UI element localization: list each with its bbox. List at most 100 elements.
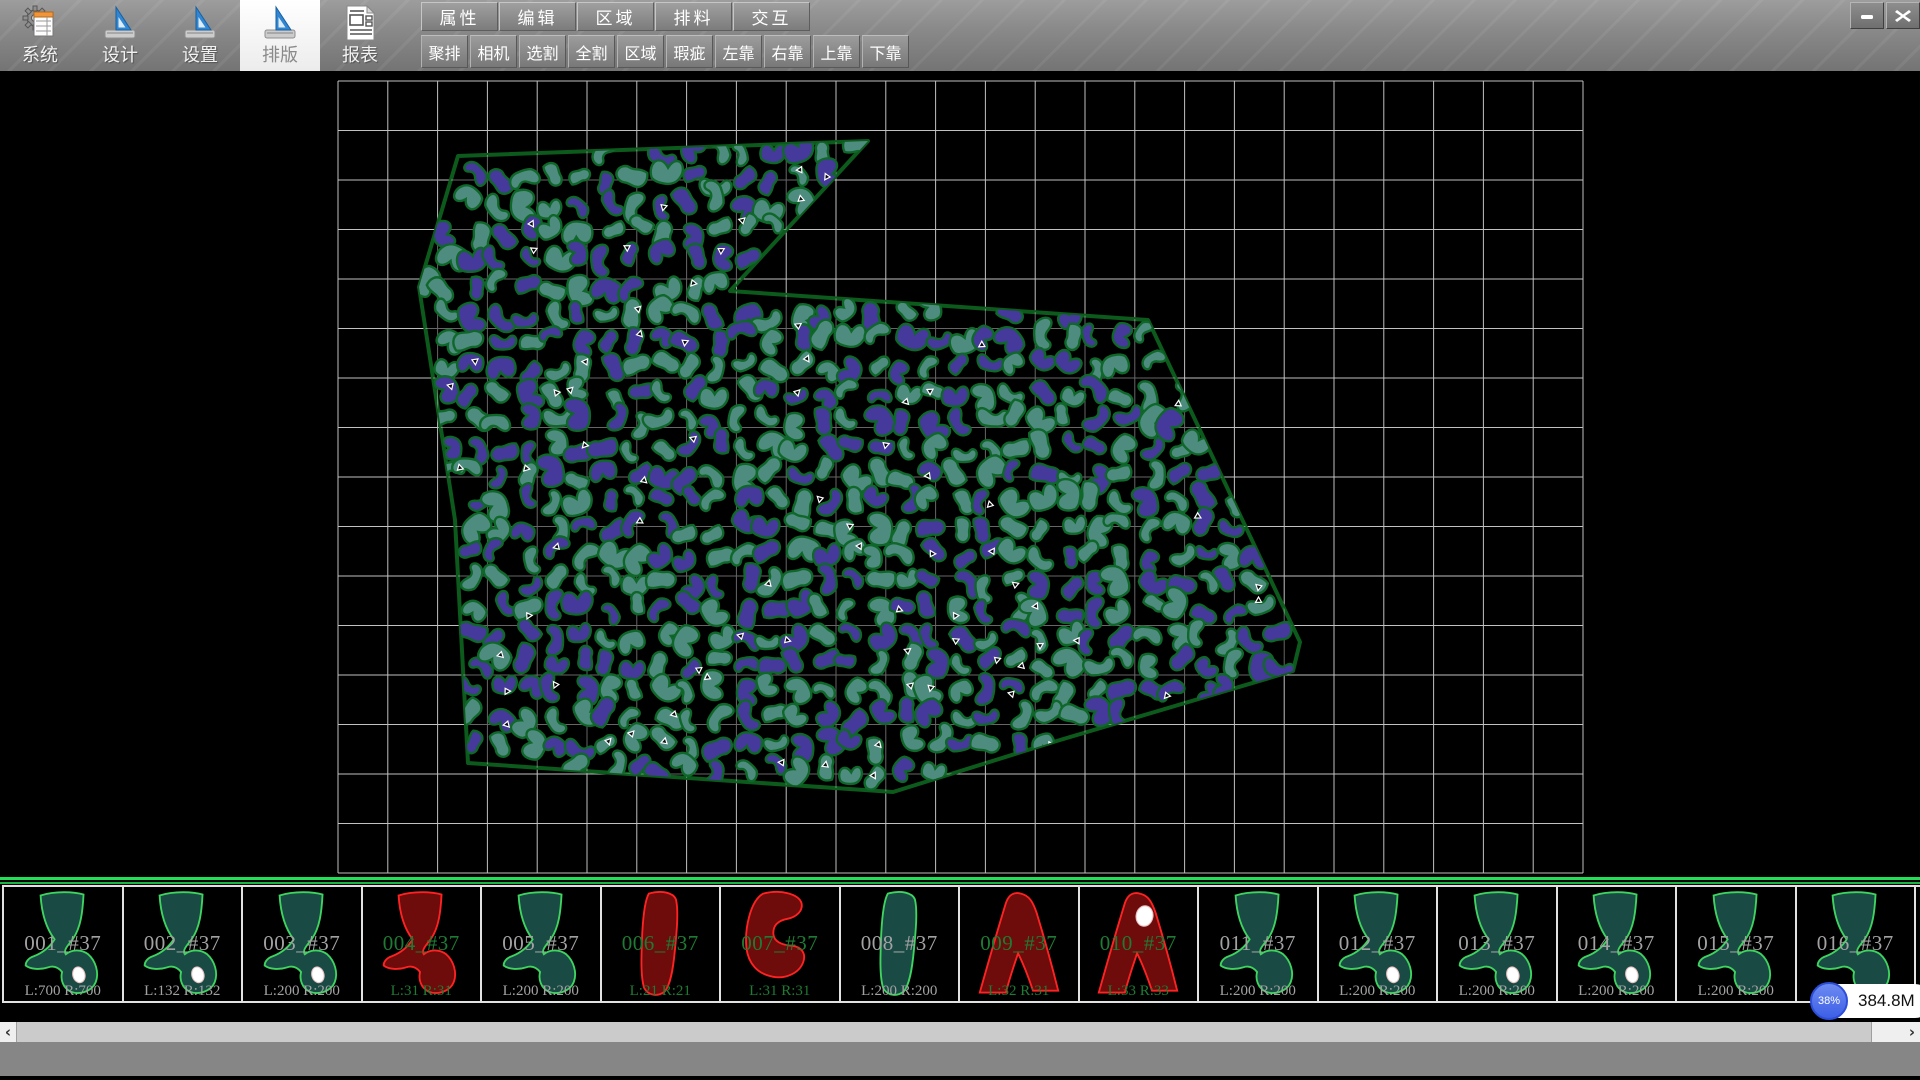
piece-label: 002_#37: [124, 931, 242, 956]
progress-percent: 38%: [1818, 995, 1840, 1007]
piece-lr-count: L:200 R:200: [482, 983, 600, 1000]
piece-lr-count: L:32 R:31: [960, 983, 1078, 1000]
action-button-6[interactable]: 瑕疵: [666, 35, 713, 68]
piece-lr-count: L:200 R:200: [243, 983, 361, 1000]
window-bottom-band: [0, 1042, 1920, 1076]
action-button-2[interactable]: 相机: [470, 35, 517, 68]
piece-lr-count: L:200 R:200: [1558, 983, 1676, 1000]
piece-label: 015_#37: [1677, 931, 1795, 956]
minimize-icon: [1859, 8, 1875, 24]
status-badge: 38% 384.8M: [1812, 984, 1920, 1018]
piece-label: 013_#37: [1438, 931, 1556, 956]
piece-lr-count: L:132 R:132: [124, 983, 242, 1000]
piece-label: 011_#37: [1199, 931, 1317, 956]
system-icon: [20, 3, 60, 43]
mode-button-label: 设置: [182, 43, 218, 67]
close-icon: [1894, 8, 1912, 24]
mode-button-label: 设计: [102, 43, 138, 67]
close-button[interactable]: [1886, 2, 1920, 29]
action-button-7[interactable]: 左靠: [715, 35, 762, 68]
layout-icon: [260, 3, 300, 43]
mode-button-label: 报表: [342, 43, 378, 67]
tray-item-011[interactable]: 011_#37 L:200 R:200: [1199, 887, 1319, 1001]
piece-label: 004_#37: [363, 931, 481, 956]
tray-item-015[interactable]: 015_#37 L:200 R:200: [1677, 887, 1797, 1001]
piece-lr-count: L:200 R:200: [1438, 983, 1556, 1000]
progress-percent-badge: 38%: [1810, 982, 1848, 1020]
piece-label: 014_#37: [1558, 931, 1676, 956]
piece-lr-count: L:33 R:33: [1080, 983, 1198, 1000]
piece-lr-count: L:31 R:31: [363, 983, 481, 1000]
tray-item-003[interactable]: 003_#37 L:200 R:200: [243, 887, 363, 1001]
tray-item-005[interactable]: 005_#37 L:200 R:200: [482, 887, 602, 1001]
tray-item-013[interactable]: 013_#37 L:200 R:200: [1438, 887, 1558, 1001]
window-bottom-edge: [0, 1076, 1920, 1080]
menu-tab-4[interactable]: 排料: [655, 2, 732, 31]
piece-lr-count: L:700 R:700: [4, 983, 122, 1000]
tray-item-004[interactable]: 004_#37 L:31 R:31: [363, 887, 483, 1001]
tray-cells: 001_#37 L:700 R:700 002_#37 L:132 R:132 …: [2, 885, 1920, 1003]
tray-item-006[interactable]: 006_#37 L:21 R:21: [602, 887, 722, 1001]
action-button-5[interactable]: 区域: [617, 35, 664, 68]
tray-item-012[interactable]: 012_#37 L:200 R:200: [1319, 887, 1439, 1001]
mode-button-3[interactable]: 设置: [160, 0, 240, 71]
piece-lr-count: L:31 R:31: [721, 983, 839, 1000]
mode-button-label: 系统: [22, 43, 58, 67]
window-controls: [1850, 2, 1920, 29]
mode-button-4[interactable]: 排版: [240, 0, 320, 71]
menu-tab-row: 属性编辑区域排料交互: [421, 2, 810, 31]
tray-item-010[interactable]: 010_#37 L:33 R:33: [1080, 887, 1200, 1001]
mode-button-2[interactable]: 设计: [80, 0, 160, 71]
action-button-row: 聚排相机选割全割区域瑕疵左靠右靠上靠下靠: [421, 35, 909, 68]
scroll-right-arrow[interactable]: ›: [1904, 1022, 1920, 1042]
piece-label: 006_#37: [602, 931, 720, 956]
action-button-9[interactable]: 上靠: [813, 35, 860, 68]
mode-button-5[interactable]: 报表: [320, 0, 400, 71]
action-button-8[interactable]: 右靠: [764, 35, 811, 68]
tray-item-007[interactable]: 007_#37 L:31 R:31: [721, 887, 841, 1001]
piece-label: 005_#37: [482, 931, 600, 956]
menu-tab-2[interactable]: 编辑: [499, 2, 576, 31]
report-icon: [340, 3, 380, 43]
piece-label: 008_#37: [841, 931, 959, 956]
menu-tab-3[interactable]: 区域: [577, 2, 654, 31]
pieces-tray: 001_#37 L:700 R:700 002_#37 L:132 R:132 …: [0, 876, 1920, 1012]
piece-lr-count: L:200 R:200: [1319, 983, 1437, 1000]
main-mode-buttons: 系统 设计 设置 排版 报表: [0, 0, 400, 71]
tray-item-001[interactable]: 001_#37 L:700 R:700: [2, 887, 124, 1001]
minimize-button[interactable]: [1850, 2, 1884, 29]
piece-lr-count: L:200 R:200: [1199, 983, 1317, 1000]
piece-lr-count: L:200 R:200: [841, 983, 959, 1000]
application-window: 系统 设计 设置 排版 报表 属性编辑区域排料交互: [0, 0, 1920, 1080]
piece-lr-count: L:200 R:200: [1677, 983, 1795, 1000]
piece-label: 003_#37: [243, 931, 361, 956]
scrollbar-thumb[interactable]: [16, 1022, 1872, 1042]
mode-button-1[interactable]: 系统: [0, 0, 80, 71]
piece-label: 001_#37: [4, 931, 122, 956]
tray-top-border2: [0, 882, 1920, 884]
menu-tab-5[interactable]: 交互: [733, 2, 810, 31]
tray-top-border: [0, 877, 1920, 880]
action-button-3[interactable]: 选割: [519, 35, 566, 68]
tray-item-008[interactable]: 008_#37 L:200 R:200: [841, 887, 961, 1001]
memory-indicator: 384.8M: [1858, 984, 1915, 1018]
tray-item-009[interactable]: 009_#37 L:32 R:31: [960, 887, 1080, 1001]
piece-lr-count: L:21 R:21: [602, 983, 720, 1000]
action-button-1[interactable]: 聚排: [421, 35, 468, 68]
horizontal-scrollbar[interactable]: ‹ ›: [0, 1022, 1920, 1042]
tray-item-014[interactable]: 014_#37 L:200 R:200: [1558, 887, 1678, 1001]
piece-label: 012_#37: [1319, 931, 1437, 956]
mode-button-label: 排版: [262, 43, 298, 67]
piece-label: 010_#37: [1080, 931, 1198, 956]
scroll-left-arrow[interactable]: ‹: [0, 1022, 16, 1042]
top-toolbar: 系统 设计 设置 排版 报表 属性编辑区域排料交互: [0, 0, 1920, 71]
menu-tab-1[interactable]: 属性: [421, 2, 498, 31]
piece-label: 009_#37: [960, 931, 1078, 956]
piece-label: 007_#37: [721, 931, 839, 956]
piece-label: 016_#37: [1797, 931, 1915, 956]
settings-icon: [180, 3, 220, 43]
tray-item-002[interactable]: 002_#37 L:132 R:132: [124, 887, 244, 1001]
action-button-4[interactable]: 全割: [568, 35, 615, 68]
action-button-10[interactable]: 下靠: [862, 35, 909, 68]
design-icon: [100, 3, 140, 43]
